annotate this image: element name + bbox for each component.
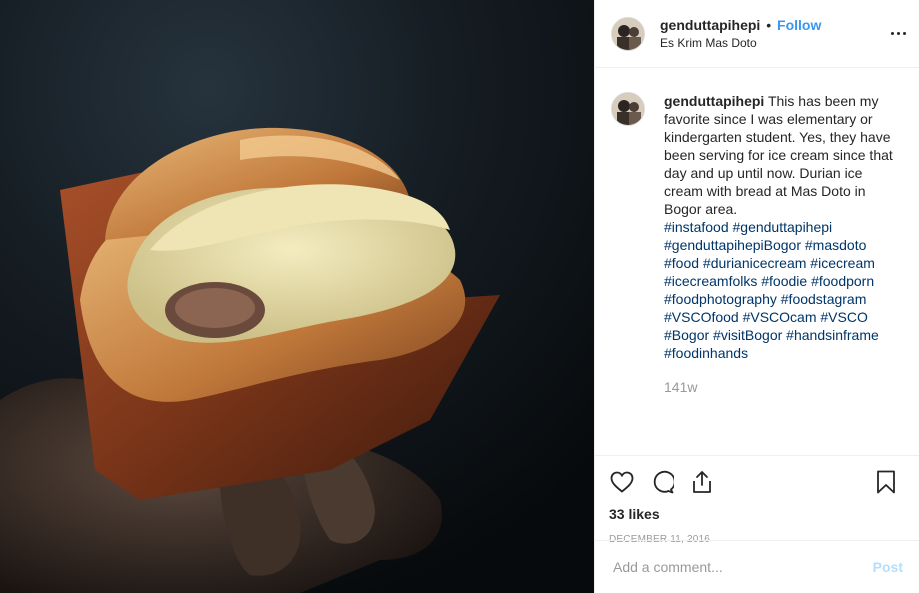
share-icon[interactable] bbox=[689, 469, 715, 495]
avatar[interactable] bbox=[611, 16, 645, 51]
caption-avatar-image bbox=[612, 93, 644, 125]
post-age: 141w bbox=[664, 379, 698, 395]
location-link[interactable]: Es Krim Mas Doto bbox=[660, 36, 821, 50]
action-icons bbox=[609, 466, 905, 498]
header-text: genduttapihepi • Follow Es Krim Mas Doto bbox=[660, 17, 821, 50]
header-line: genduttapihepi • Follow bbox=[660, 17, 821, 33]
food-photo-illustration bbox=[0, 0, 594, 593]
post-photo[interactable] bbox=[0, 0, 594, 593]
caption-avatar[interactable] bbox=[611, 92, 645, 126]
post-actions: 33 likes DECEMBER 11, 2016 Post bbox=[595, 455, 919, 593]
caption-hashtags[interactable]: #instafood #genduttapihepi #genduttapihe… bbox=[664, 218, 896, 362]
post-container: genduttapihepi • Follow Es Krim Mas Doto bbox=[0, 0, 919, 593]
post-comment-button[interactable]: Post bbox=[873, 559, 903, 575]
follow-button[interactable]: Follow bbox=[777, 17, 821, 33]
likes-count[interactable]: 33 likes bbox=[609, 506, 905, 522]
more-options-icon[interactable] bbox=[887, 22, 909, 44]
post-sidebar: genduttapihepi • Follow Es Krim Mas Doto bbox=[594, 0, 919, 593]
header-separator: • bbox=[766, 17, 772, 33]
avatar-image bbox=[612, 17, 644, 50]
comment-bar: Post bbox=[595, 540, 919, 593]
caption: genduttapihepi This has been my favorite… bbox=[664, 92, 896, 455]
header-username[interactable]: genduttapihepi bbox=[660, 17, 760, 33]
comment-icon[interactable] bbox=[649, 469, 675, 495]
comments-area: genduttapihepi This has been my favorite… bbox=[595, 68, 919, 455]
caption-username[interactable]: genduttapihepi bbox=[664, 93, 764, 109]
comment-input[interactable] bbox=[611, 558, 873, 576]
bookmark-icon[interactable] bbox=[873, 469, 899, 495]
heart-icon[interactable] bbox=[609, 469, 635, 495]
caption-text: This has been my favorite since I was el… bbox=[664, 93, 893, 217]
post-header: genduttapihepi • Follow Es Krim Mas Doto bbox=[595, 0, 919, 68]
